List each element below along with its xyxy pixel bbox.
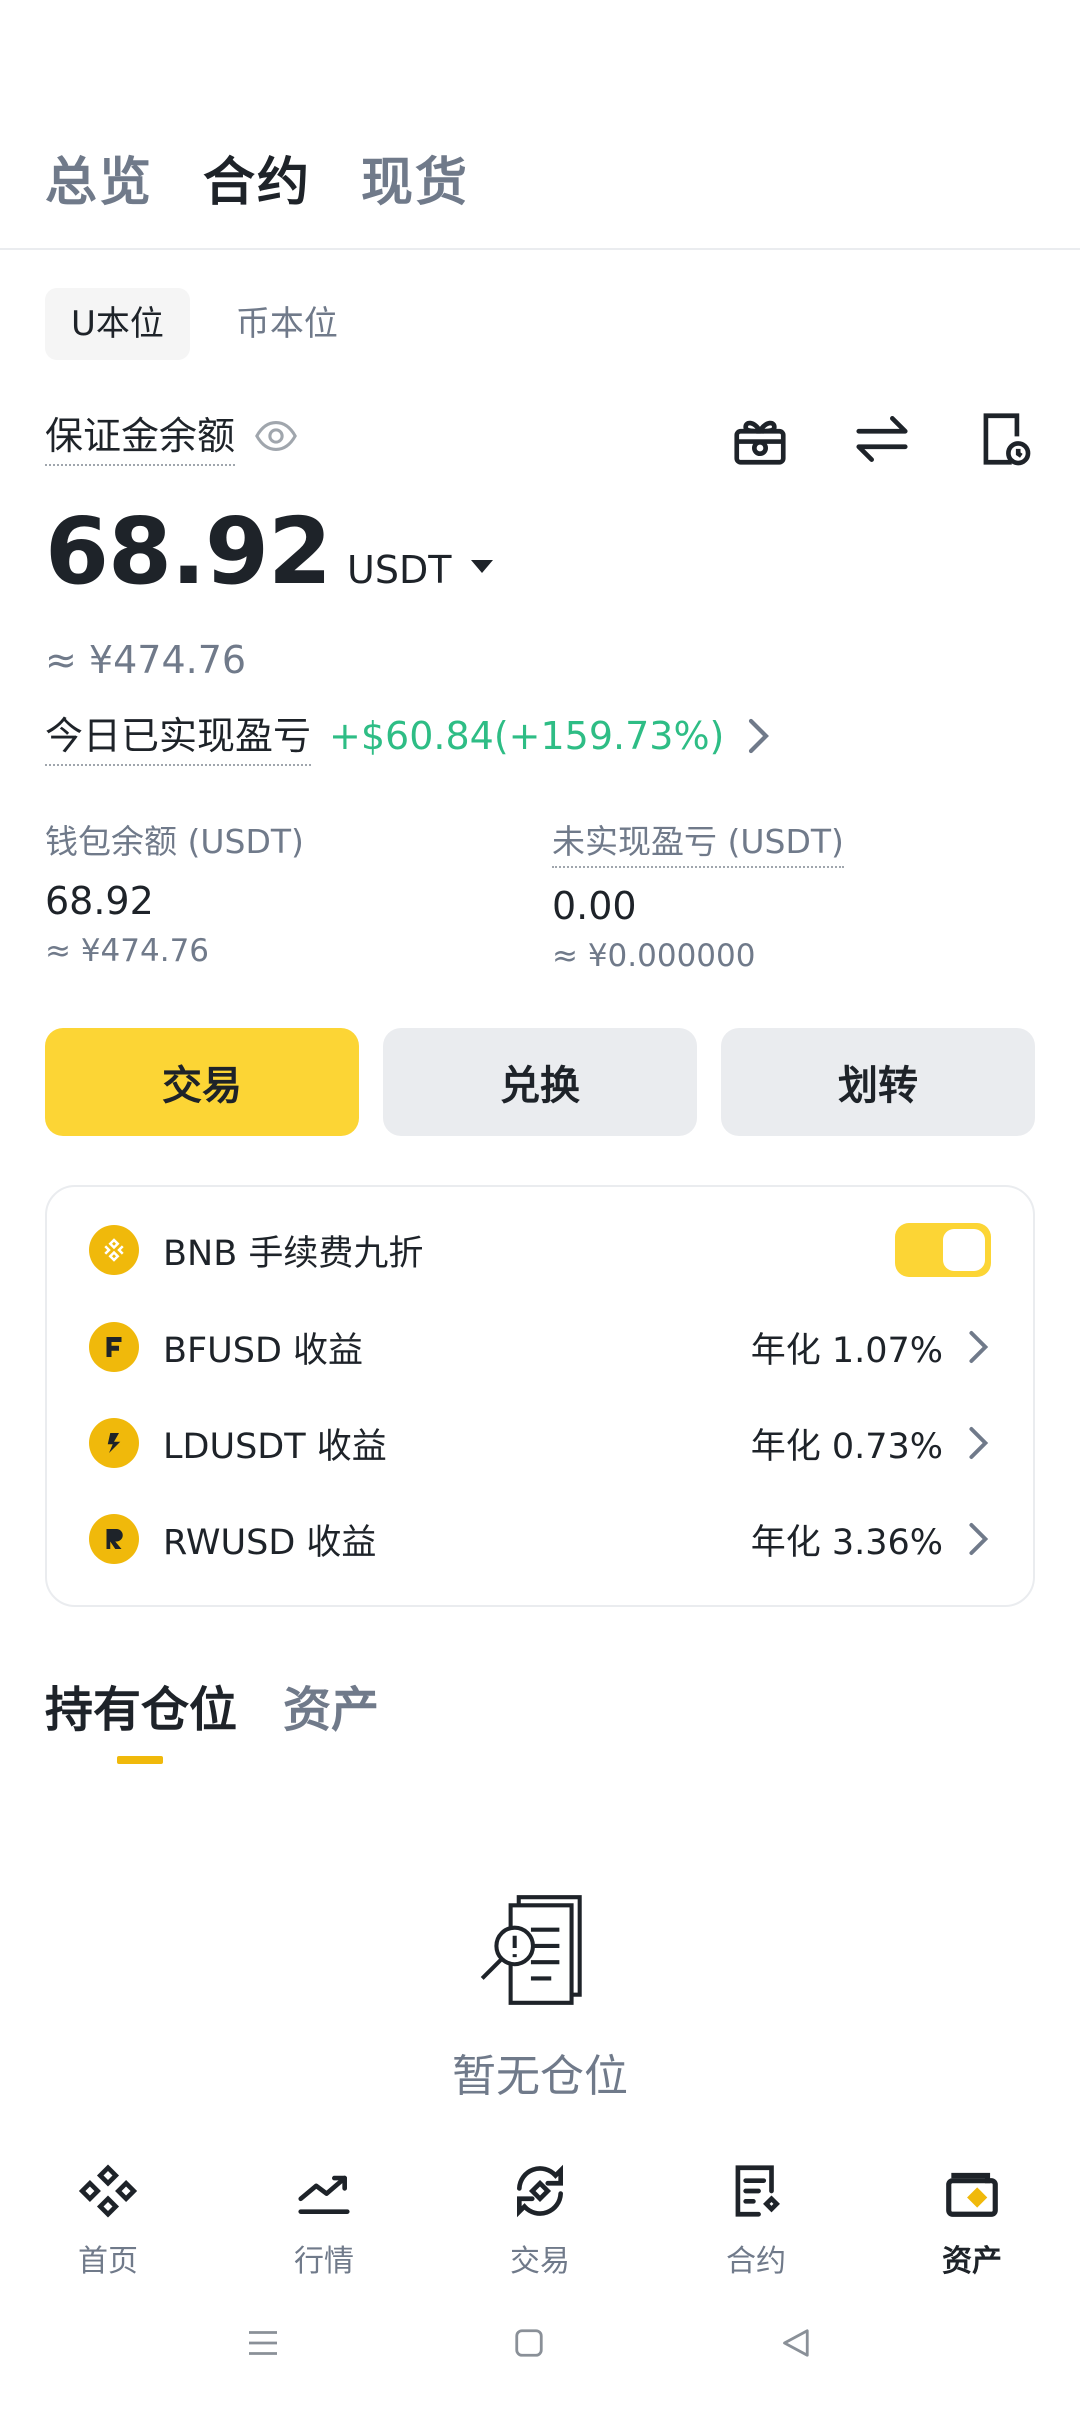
chevron-right-icon[interactable] [963, 1521, 991, 1557]
ldusdt-coin-icon [89, 1418, 139, 1468]
system-nav-bar [0, 2322, 1080, 2382]
tab-spot[interactable]: 现货 [361, 140, 469, 215]
earn-row-rwusd[interactable]: RWUSD 收益 年化 3.36% [89, 1509, 991, 1569]
history-clock-icon[interactable] [973, 408, 1035, 470]
today-pnl-value: +$60.84(+159.73%) [329, 713, 725, 758]
bnb-fee-row: BNB 手续费九折 [89, 1220, 991, 1280]
empty-state-text: 暂无仓位 [452, 2051, 628, 2102]
convert-button[interactable]: 兑换 [383, 1028, 697, 1136]
nav-label: 首页 [78, 2244, 138, 2279]
chart-trend-icon [298, 2175, 350, 2214]
unrealized-pnl-value: 0.00 [552, 884, 637, 928]
nav-futures[interactable]: 合约 [648, 2160, 864, 2280]
back-triangle-icon[interactable] [774, 2322, 816, 2364]
today-pnl-row[interactable]: 今日已实现盈亏 +$60.84(+159.73%) [45, 705, 772, 766]
nav-markets[interactable]: 行情 [216, 2160, 432, 2280]
sub-tabs: U本位 币本位 [45, 288, 364, 360]
rwusd-coin-icon [89, 1514, 139, 1564]
trade-button[interactable]: 交易 [45, 1028, 359, 1136]
unrealized-pnl-stat: 未实现盈亏 (USDT) 0.00 ≈ ¥0.000000 [552, 815, 844, 974]
nav-assets[interactable]: 资产 [864, 2160, 1080, 2280]
trade-exchange-icon [517, 2164, 563, 2218]
nav-home[interactable]: 首页 [0, 2160, 216, 2280]
menu-icon[interactable] [242, 2322, 284, 2364]
nav-label: 资产 [942, 2244, 1002, 2279]
earn-rate: 年化 1.07% [750, 1330, 943, 1371]
unrealized-pnl-label[interactable]: 未实现盈亏 (USDT) [552, 815, 844, 868]
chevron-right-icon[interactable] [742, 718, 772, 754]
subtab-coinm[interactable]: 币本位 [210, 288, 364, 360]
margin-balance: 68.92 USDT [45, 498, 494, 605]
position-tabs: 持有仓位 资产 [45, 1670, 379, 1740]
subtab-usdm[interactable]: U本位 [45, 288, 190, 360]
chevron-right-icon[interactable] [963, 1425, 991, 1461]
earn-row-bfusd[interactable]: BFUSD 收益 年化 1.07% [89, 1317, 991, 1377]
earn-card: BNB 手续费九折 BFUSD 收益 年化 1.07% LDUSDT 收益 年化… [45, 1185, 1035, 1607]
today-pnl-label[interactable]: 今日已实现盈亏 [45, 705, 312, 766]
futures-doc-icon [735, 2165, 780, 2217]
empty-document-icon [470, 1885, 600, 2015]
balance-unit[interactable]: USDT [347, 548, 451, 592]
top-divider [0, 248, 1080, 250]
action-buttons: 交易 兑换 划转 [45, 1028, 1035, 1136]
wallet-balance-label: 钱包余额 (USDT) [45, 822, 304, 861]
earn-name: BFUSD 收益 [163, 1330, 364, 1371]
binance-logo-icon [78, 2164, 138, 2218]
bnb-fee-label: BNB 手续费九折 [163, 1233, 424, 1274]
nav-trade[interactable]: 交易 [432, 2160, 648, 2280]
wallet-icon [946, 2172, 998, 2217]
earn-name: LDUSDT 收益 [163, 1426, 387, 1467]
earn-row-ldusdt[interactable]: LDUSDT 收益 年化 0.73% [89, 1413, 991, 1473]
toggle-knob [943, 1229, 985, 1271]
balance-amount: 68.92 [45, 498, 332, 605]
wallet-balance-stat: 钱包余额 (USDT) 68.92 ≈ ¥474.76 [45, 815, 304, 969]
tab-positions[interactable]: 持有仓位 [45, 1670, 237, 1740]
bottom-nav: 首页 行情 交易 合约 资产 [0, 2160, 1080, 2280]
margin-balance-row: 保证金余额 [45, 405, 299, 466]
earn-rate: 年化 0.73% [750, 1426, 943, 1467]
bnb-coin-icon [89, 1225, 139, 1275]
chevron-right-icon[interactable] [963, 1329, 991, 1365]
wallet-balance-approx: ≈ ¥474.76 [45, 933, 210, 969]
nav-label: 交易 [510, 2244, 570, 2279]
balance-approx: ≈ ¥474.76 [45, 638, 247, 682]
gift-icon[interactable] [729, 408, 791, 470]
margin-balance-label[interactable]: 保证金余额 [45, 405, 236, 466]
home-square-icon[interactable] [508, 2322, 550, 2364]
earn-rate: 年化 3.36% [750, 1522, 943, 1563]
earn-name: RWUSD 收益 [163, 1522, 377, 1563]
caret-down-icon[interactable] [471, 560, 494, 573]
unrealized-pnl-approx: ≈ ¥0.000000 [552, 938, 756, 974]
transfer-button[interactable]: 划转 [721, 1028, 1035, 1136]
tab-futures[interactable]: 合约 [203, 140, 311, 215]
top-actions [729, 408, 1035, 470]
wallet-balance-value: 68.92 [45, 879, 154, 923]
swap-arrows-icon[interactable] [851, 408, 913, 470]
nav-label: 合约 [726, 2244, 786, 2279]
eye-icon[interactable] [253, 413, 299, 459]
bfusd-coin-icon [89, 1322, 139, 1372]
top-tabs: 总览 合约 现货 [45, 140, 469, 215]
bnb-fee-toggle[interactable] [895, 1223, 991, 1277]
nav-label: 行情 [294, 2244, 354, 2279]
tab-assets[interactable]: 资产 [283, 1670, 379, 1740]
tab-underline [117, 1756, 163, 1764]
tab-overview[interactable]: 总览 [45, 140, 153, 215]
